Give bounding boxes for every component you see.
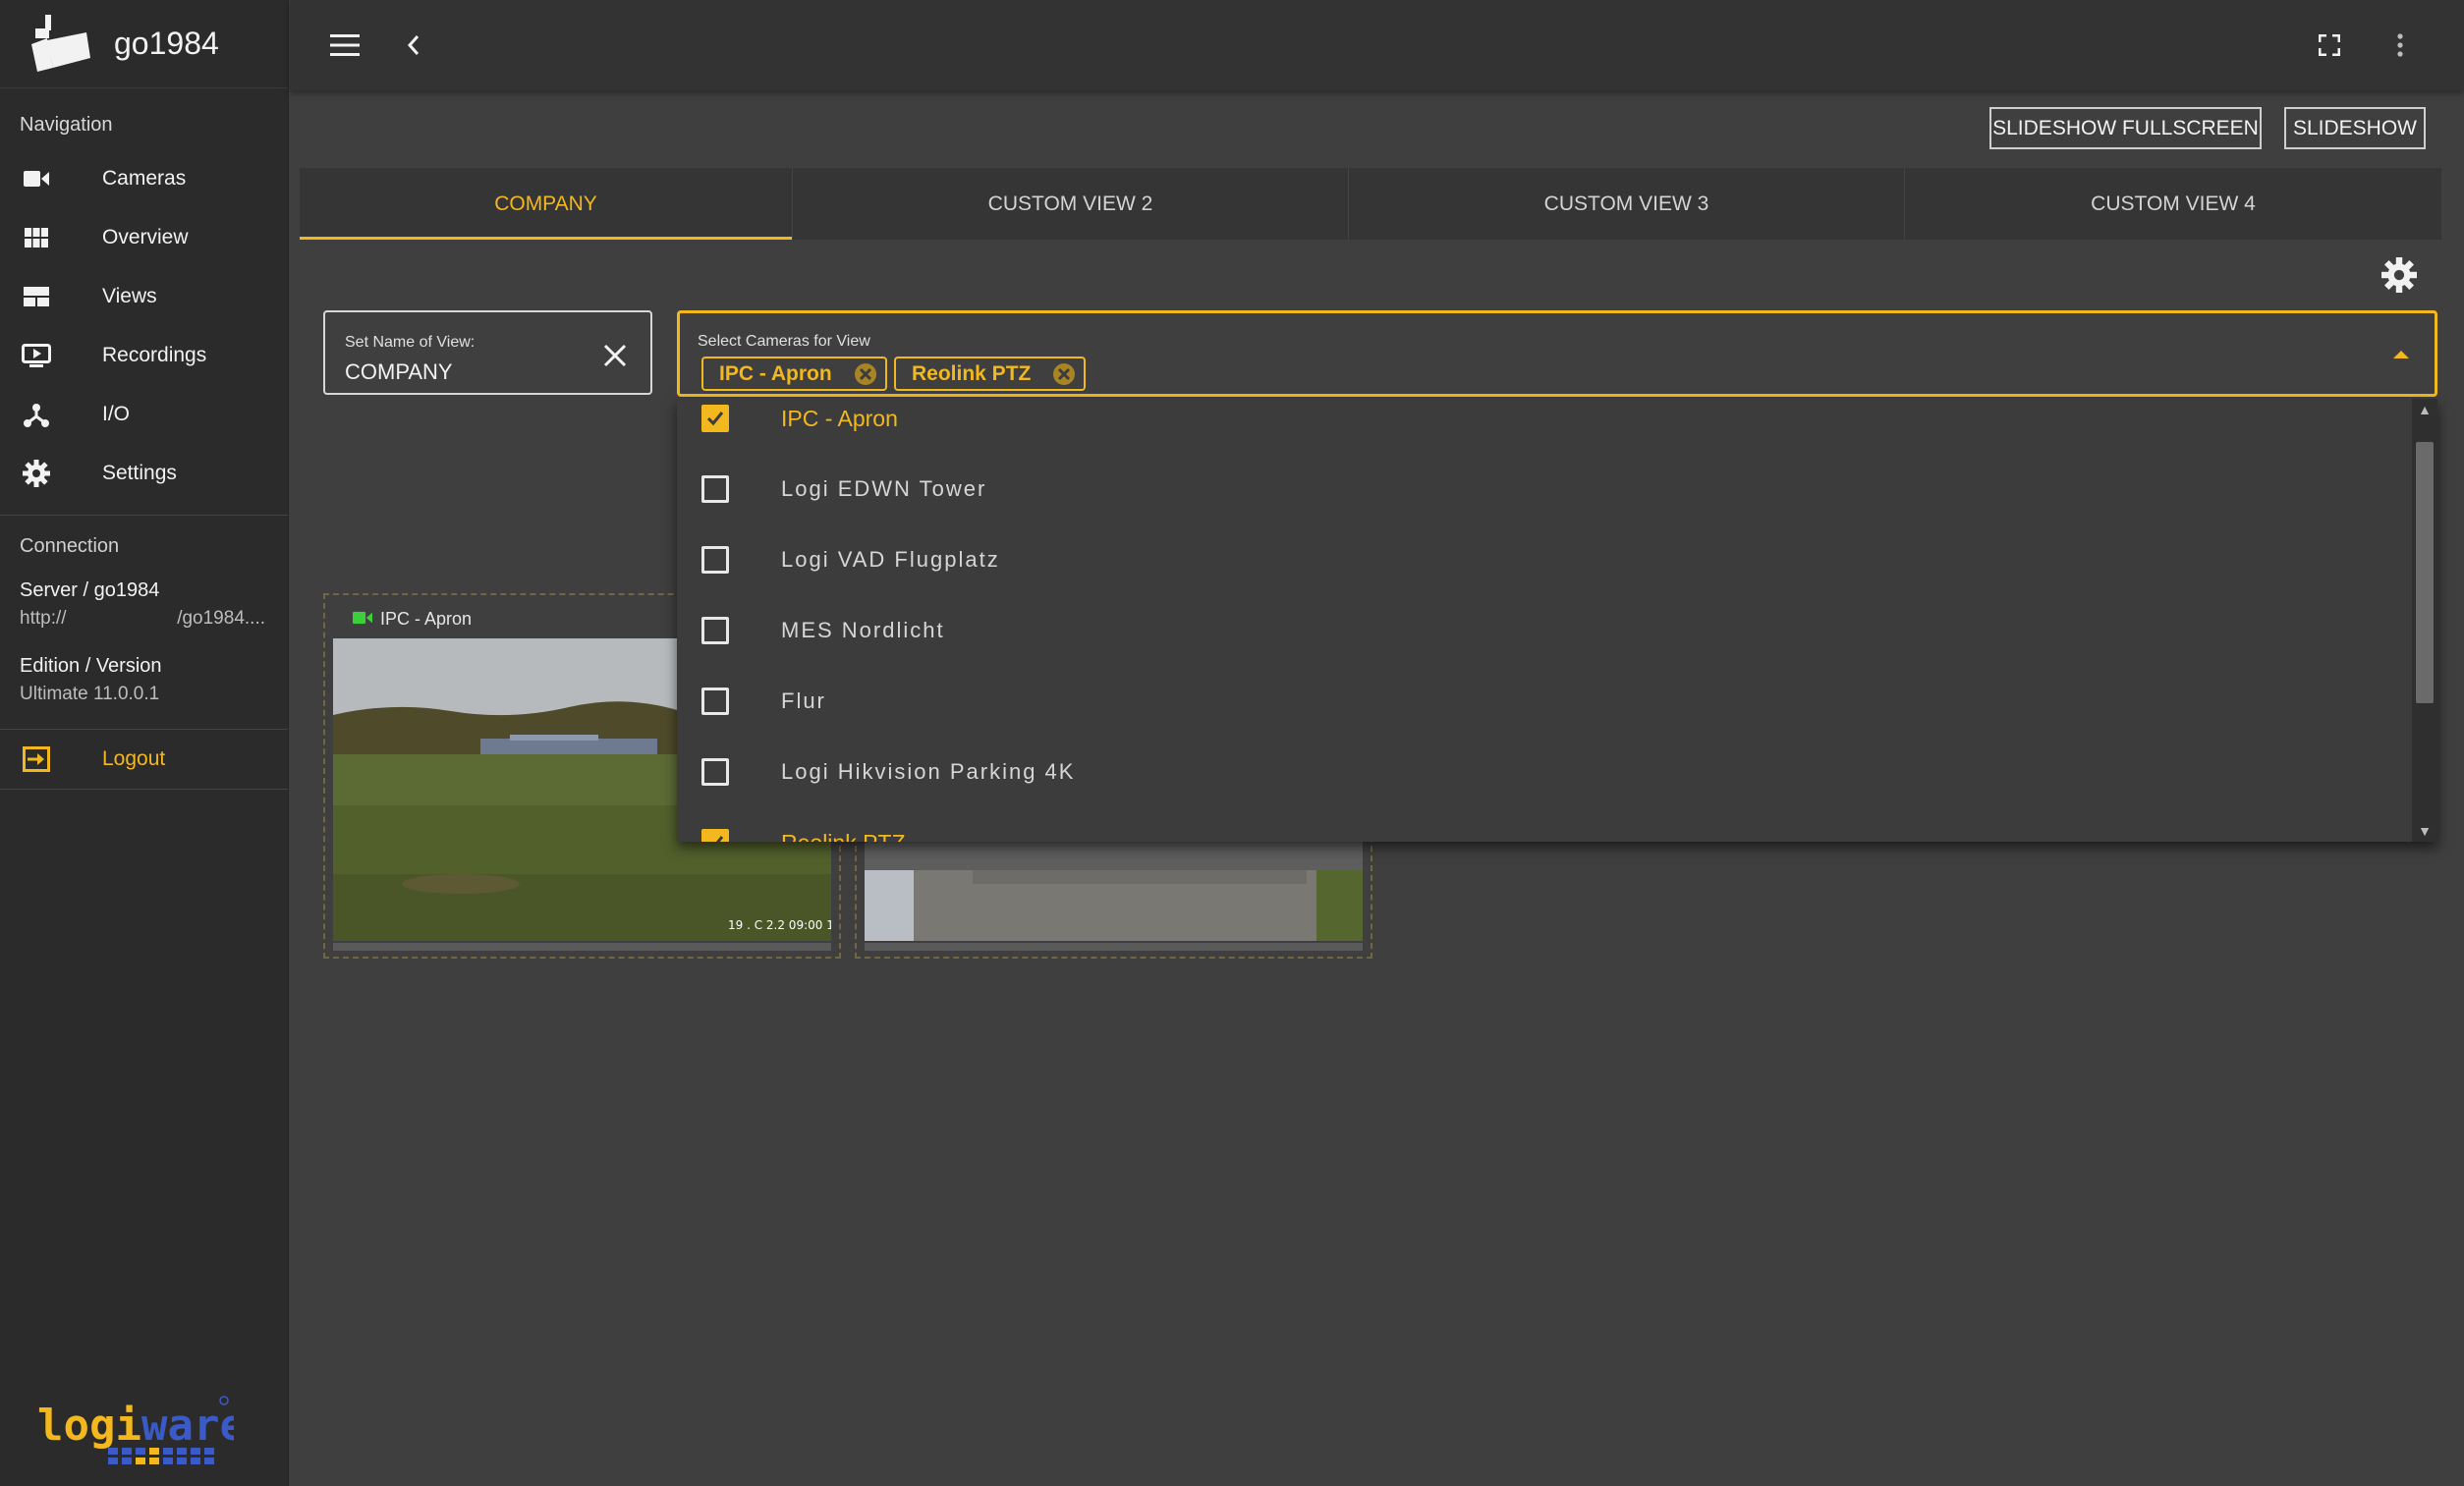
view-tabs: COMPANY CUSTOM VIEW 2 CUSTOM VIEW 3 CUST… xyxy=(300,168,2441,240)
checkbox[interactable] xyxy=(701,758,729,786)
camera-chip: Reolink PTZ xyxy=(894,357,1087,391)
option-label: Logi EDWN Tower xyxy=(781,476,987,502)
view-name-field[interactable]: Set Name of View: COMPANY xyxy=(323,310,652,395)
gear-icon xyxy=(20,457,53,490)
dropdown-option[interactable]: Reolink PTZ xyxy=(677,807,2408,842)
view-name-label: Set Name of View: xyxy=(345,334,476,351)
option-label: Reolink PTZ xyxy=(781,830,906,843)
logiware-logo: logi ware xyxy=(37,1395,246,1468)
io-network-icon xyxy=(20,398,53,431)
dropdown-option[interactable]: Logi EDWN Tower xyxy=(677,454,2408,524)
sidebar: go1984 Navigation Cameras Overview Views… xyxy=(0,0,289,1486)
sidebar-item-label: Cameras xyxy=(102,167,187,190)
dropdown-option[interactable]: Flur xyxy=(677,666,2408,737)
clear-icon[interactable] xyxy=(601,342,629,369)
option-label: Logi Hikvision Parking 4K xyxy=(781,759,1076,785)
chip-label: Reolink PTZ xyxy=(912,361,1032,385)
camera-chip: IPC - Apron xyxy=(701,357,887,391)
logout-button[interactable]: Logout xyxy=(0,730,288,789)
dropdown-option[interactable]: Logi Hikvision Parking 4K xyxy=(677,737,2408,807)
nav-section-title: Navigation xyxy=(20,114,113,136)
option-label: MES Nordlicht xyxy=(781,618,945,643)
sidebar-item-overview[interactable]: Overview xyxy=(0,208,288,267)
sidebar-item-settings[interactable]: Settings xyxy=(0,444,288,503)
sidebar-item-label: Overview xyxy=(102,226,189,248)
tile-status-bar xyxy=(333,943,831,951)
option-label: IPC - Apron xyxy=(781,405,898,431)
server-url: http:// /go1984.... xyxy=(20,608,265,630)
sidebar-item-cameras[interactable]: Cameras xyxy=(0,149,288,208)
layout-icon xyxy=(20,280,53,313)
checkbox-checked[interactable] xyxy=(701,829,729,842)
sidebar-item-label: Views xyxy=(102,285,157,307)
menu-icon[interactable] xyxy=(325,26,364,65)
tab-custom-view-4[interactable]: CUSTOM VIEW 4 xyxy=(1905,168,2441,240)
chip-remove-icon[interactable] xyxy=(1052,362,1076,386)
option-label: Flur xyxy=(781,688,826,714)
svg-text:ware: ware xyxy=(141,1401,234,1451)
tile-status-bar xyxy=(865,943,1363,951)
divider xyxy=(0,789,288,790)
grid-icon xyxy=(20,221,53,254)
connection-info: Connection Server / go1984 http:// /go19… xyxy=(0,516,288,705)
play-screen-icon xyxy=(20,339,53,372)
dropdown-option[interactable]: Logi VAD Flugplatz xyxy=(677,524,2408,595)
app-logo-icon xyxy=(29,14,94,74)
dropdown-caret-icon[interactable] xyxy=(2393,351,2409,358)
chip-label: IPC - Apron xyxy=(719,361,832,385)
edition-value: Ultimate 11.0.0.1 xyxy=(20,684,160,704)
dropdown-option[interactable]: IPC - Apron xyxy=(677,399,2408,454)
tab-company[interactable]: COMPANY xyxy=(300,168,793,240)
checkbox[interactable] xyxy=(701,546,729,574)
sidebar-item-io[interactable]: I/O xyxy=(0,385,288,444)
sidebar-item-label: Settings xyxy=(102,462,177,484)
checkbox-checked[interactable] xyxy=(701,405,729,432)
tile-title: IPC - Apron xyxy=(353,609,472,630)
sidebar-item-recordings[interactable]: Recordings xyxy=(0,326,288,385)
tab-custom-view-3[interactable]: CUSTOM VIEW 3 xyxy=(1349,168,1905,240)
checkbox[interactable] xyxy=(701,475,729,503)
scrollbar-thumb[interactable] xyxy=(2416,442,2434,703)
view-name-value[interactable]: COMPANY xyxy=(345,359,453,385)
chip-remove-icon[interactable] xyxy=(854,362,877,386)
more-vert-icon[interactable] xyxy=(2380,26,2420,65)
scroll-down-icon[interactable]: ▼ xyxy=(2418,824,2432,838)
app-name: go1984 xyxy=(114,26,219,61)
chevron-left-icon[interactable] xyxy=(394,26,433,65)
checkbox[interactable] xyxy=(701,688,729,715)
dropdown-option[interactable]: MES Nordlicht xyxy=(677,595,2408,666)
view-settings-gear-icon[interactable] xyxy=(2381,257,2417,293)
brand-header: go1984 xyxy=(0,0,288,88)
top-app-bar xyxy=(290,0,2464,90)
option-label: Logi VAD Flugplatz xyxy=(781,547,1000,573)
slideshow-fullscreen-button[interactable]: SLIDESHOW FULLSCREEN xyxy=(1989,107,2262,149)
tab-custom-view-2[interactable]: CUSTOM VIEW 2 xyxy=(793,168,1349,240)
sidebar-item-label: Recordings xyxy=(102,344,207,366)
slideshow-button[interactable]: SLIDESHOW xyxy=(2284,107,2426,149)
tile-camera-name: IPC - Apron xyxy=(380,609,473,629)
scrollbar[interactable]: ▲ ▼ xyxy=(2412,399,2437,842)
sidebar-item-views[interactable]: Views xyxy=(0,267,288,326)
logout-icon xyxy=(20,743,53,776)
logout-label: Logout xyxy=(102,747,166,770)
live-camera-icon xyxy=(353,609,372,630)
server-url-right: /go1984.... xyxy=(177,608,265,629)
video-camera-icon xyxy=(20,162,53,195)
sidebar-item-label: I/O xyxy=(102,403,131,425)
svg-text:logi: logi xyxy=(37,1401,141,1451)
connection-title: Connection xyxy=(20,535,120,557)
camera-dropdown-list: IPC - Apron Logi EDWN Tower Logi VAD Flu… xyxy=(677,399,2437,842)
scroll-up-icon[interactable]: ▲ xyxy=(2418,403,2432,416)
camera-select-label: Select Cameras for View xyxy=(698,333,870,350)
camera-select-field[interactable]: Select Cameras for View IPC - Apron Reol… xyxy=(677,310,2437,397)
server-url-left: http:// xyxy=(20,608,67,629)
edition-label: Edition / Version xyxy=(20,655,162,677)
checkbox[interactable] xyxy=(701,617,729,644)
tile-timestamp: 19 . C 2.2 09:00 1 xyxy=(728,918,831,932)
fullscreen-icon[interactable] xyxy=(2310,26,2349,65)
server-label: Server / go1984 xyxy=(20,579,160,601)
